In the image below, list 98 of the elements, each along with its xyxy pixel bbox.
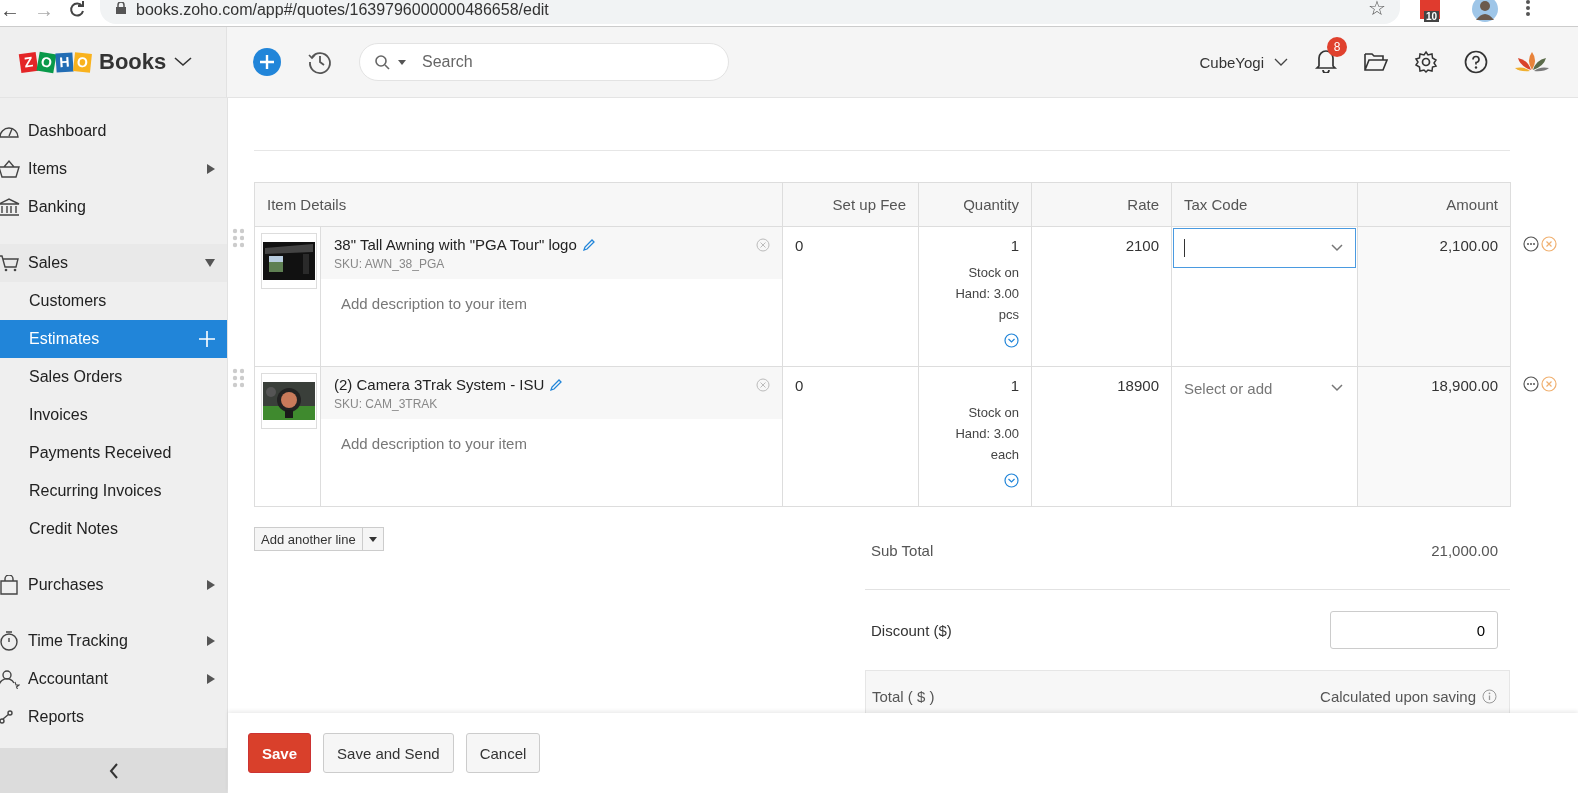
chevron-down-icon[interactable] — [174, 57, 193, 67]
item-name[interactable]: (2) Camera 3Trak System - ISU — [334, 376, 545, 393]
stock-on-hand-text: Stock on Hand: 3.00 pcs — [954, 264, 1019, 324]
address-bar[interactable]: books.zoho.com/app#/quotes/1639796000000486658/edit ☆ — [100, 0, 1400, 24]
caret-right-icon[interactable] — [207, 636, 215, 646]
pencil-icon[interactable] — [581, 237, 596, 252]
sub-total-value: 21,000.00 — [1431, 541, 1498, 559]
basket-icon — [0, 159, 20, 179]
caret-right-icon[interactable] — [207, 674, 215, 684]
stopwatch-icon — [0, 631, 20, 651]
more-options-icon[interactable] — [1523, 376, 1539, 392]
column-header: Tax Code — [1171, 182, 1358, 227]
caret-down-icon[interactable] — [368, 536, 377, 542]
browser-menu-icon[interactable] — [1526, 0, 1530, 16]
stock-on-hand-text: Stock on Hand: 3.00 each — [954, 404, 1019, 464]
setup-fee-value[interactable]: 0 — [795, 377, 804, 394]
column-header: Item Details — [254, 182, 783, 227]
sidebar-item[interactable]: Sales Orders — [0, 358, 227, 396]
sidebar-item[interactable]: Reports — [0, 698, 227, 736]
search-input[interactable]: Search — [420, 52, 714, 72]
caret-right-icon[interactable] — [207, 580, 215, 590]
sidebar-item[interactable]: Time Tracking — [0, 622, 227, 660]
rate-value[interactable]: 18900 — [1117, 377, 1159, 394]
chevron-down-circle-icon[interactable] — [1004, 473, 1019, 488]
footer-button[interactable]: Save and Send — [323, 733, 454, 773]
profile-avatar-icon[interactable] — [1472, 0, 1498, 22]
search-icon — [374, 54, 390, 70]
bag-icon — [0, 575, 20, 595]
chevron-down-circle-icon[interactable] — [1004, 333, 1019, 348]
pencil-icon[interactable] — [549, 377, 564, 392]
bookmark-star-icon[interactable]: ☆ — [1368, 0, 1386, 20]
back-icon[interactable]: ← — [0, 0, 20, 22]
sidebar-item[interactable]: Accountant — [0, 660, 227, 698]
save-button[interactable]: Save — [248, 733, 312, 773]
description-input[interactable]: Add description to your item — [341, 295, 762, 315]
tax-code-dropdown[interactable] — [1173, 228, 1356, 268]
lock-icon — [116, 2, 126, 14]
sidebar-item[interactable]: Dashboard — [0, 112, 227, 150]
sidebar-item[interactable]: Payments Received — [0, 434, 227, 472]
caret-right-icon[interactable] — [207, 164, 215, 174]
amount-value: 2,100.00 — [1439, 237, 1498, 254]
add-icon[interactable] — [253, 48, 281, 76]
sidebar-item[interactable]: Customers — [0, 282, 227, 320]
search-field[interactable]: Search — [359, 43, 729, 81]
footer-button[interactable]: Cancel — [465, 733, 541, 773]
zoho-logo[interactable]: Z O H O — [20, 52, 91, 72]
item-sku: SKU: CAM_3TRAK — [334, 397, 439, 411]
add-another-line-button[interactable]: Add another line — [254, 527, 363, 551]
item-sku: SKU: AWN_38_PGA — [334, 257, 446, 271]
sidebar-item[interactable]: Banking — [0, 188, 227, 226]
organization-switcher[interactable]: CubeYogi — [1199, 53, 1288, 71]
help-icon[interactable] — [1464, 50, 1488, 74]
notification-count: 8 — [1327, 37, 1347, 57]
folder-icon[interactable] — [1364, 52, 1388, 72]
sidebar-item[interactable]: Credit Notes — [0, 510, 227, 548]
extension-badge: 10 — [1424, 11, 1440, 22]
drag-handle-icon[interactable] — [232, 228, 244, 248]
product-name[interactable]: Books — [99, 49, 167, 75]
history-icon[interactable] — [307, 49, 333, 75]
reload-icon[interactable] — [68, 1, 86, 19]
sidebar-item[interactable]: Estimates — [0, 320, 227, 358]
sidebar-item[interactable]: Sales — [0, 244, 227, 282]
item-name[interactable]: 38" Tall Awning with "PGA Tour" logo — [334, 236, 577, 253]
rate-value[interactable]: 2100 — [1125, 237, 1159, 254]
sidebar-item[interactable]: Purchases — [0, 566, 227, 604]
extension-icon[interactable]: 10 — [1420, 0, 1440, 19]
sidebar-item[interactable]: Recurring Invoices — [0, 472, 227, 510]
column-header: Quantity — [918, 182, 1032, 227]
amount-value: 18,900.00 — [1431, 377, 1498, 394]
column-header: Amount — [1357, 182, 1511, 227]
plus-icon[interactable] — [199, 331, 215, 347]
cart-icon — [0, 253, 20, 273]
quantity-value[interactable]: 1 — [1010, 377, 1019, 394]
column-header: Rate — [1031, 182, 1172, 227]
quantity-value[interactable]: 1 — [1010, 237, 1019, 254]
info-icon[interactable] — [1482, 688, 1497, 704]
lotus-logo-icon[interactable] — [1514, 50, 1550, 74]
drag-handle-icon[interactable] — [232, 368, 244, 388]
bank-icon — [0, 197, 20, 217]
settings-icon[interactable] — [1414, 50, 1438, 74]
sidebar-item[interactable]: Invoices — [0, 396, 227, 434]
discount-field[interactable]: 0 — [1330, 611, 1498, 649]
person-icon — [0, 669, 20, 689]
total-note: Calculated upon saving — [1320, 687, 1476, 705]
sidebar-item[interactable]: Items — [0, 150, 227, 188]
sub-total-label: Sub Total — [871, 541, 934, 559]
column-header: Set up Fee — [782, 182, 919, 227]
more-options-icon[interactable] — [1523, 236, 1539, 252]
url-text: books.zoho.com/app#/quotes/1639796000000486658/edit — [136, 0, 550, 19]
chevron-down-icon[interactable] — [1274, 58, 1288, 66]
description-input[interactable]: Add description to your item — [341, 435, 762, 455]
setup-fee-value[interactable]: 0 — [795, 237, 804, 254]
chevron-left-icon[interactable] — [108, 762, 119, 779]
total-label: Total ( $ ) — [872, 687, 935, 705]
discount-label: Discount ($) — [871, 621, 952, 639]
caret-down-icon[interactable] — [205, 259, 215, 267]
dropdown-toggle-button[interactable] — [362, 527, 384, 551]
caret-icon — [398, 59, 406, 65]
